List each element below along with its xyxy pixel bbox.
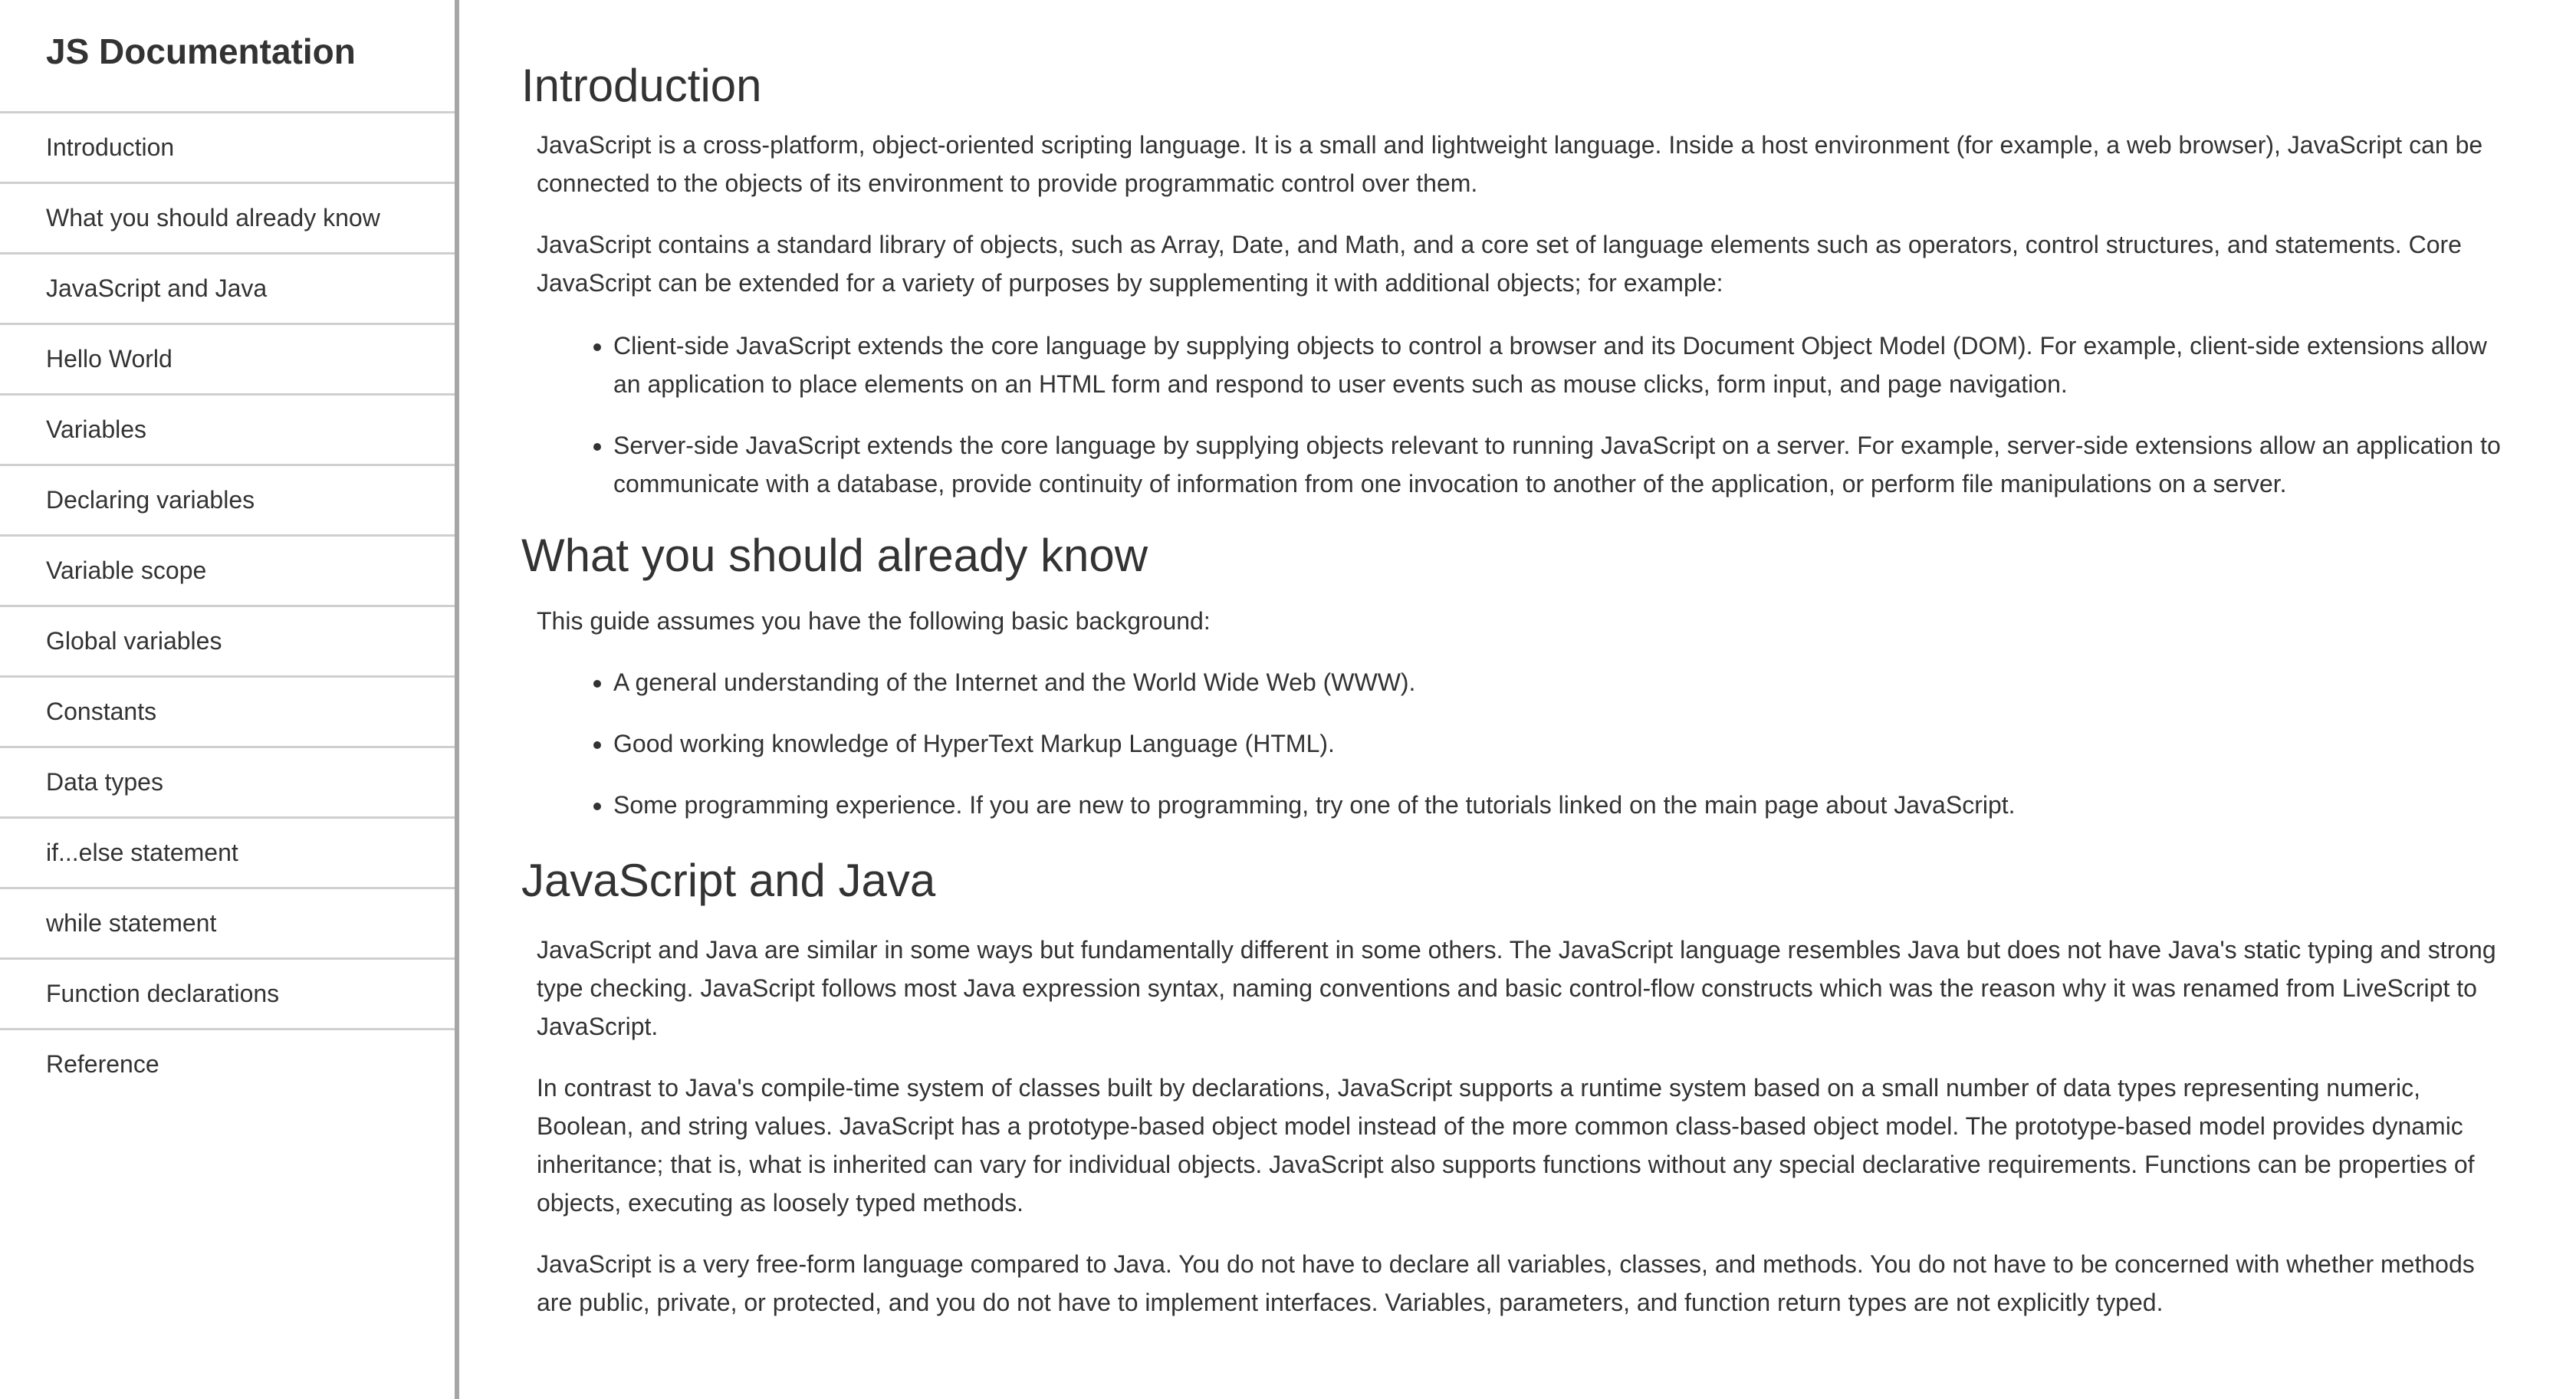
section-already-know: What you should already know This guide … — [521, 528, 2507, 824]
nav-link-constants[interactable]: Constants — [0, 678, 455, 748]
nav-link-if-else-statement[interactable]: if...else statement — [0, 819, 455, 889]
already-know-bullet-internet: A general understanding of the Internet … — [613, 663, 2507, 701]
section-title-introduction: Introduction — [521, 60, 762, 111]
section-body-js-and-java: JavaScript and Java are similar in some … — [521, 908, 2507, 1322]
section-body-already-know: This guide assumes you have the followin… — [521, 583, 2507, 824]
nav-list: Introduction What you should already kno… — [0, 113, 455, 1101]
intro-paragraph-2: JavaScript contains a standard library o… — [537, 231, 2462, 297]
nav-link-function-declarations[interactable]: Function declarations — [0, 960, 455, 1030]
section-title-js-and-java: JavaScript and Java — [521, 855, 936, 906]
nav-link-while-statement[interactable]: while statement — [0, 889, 455, 960]
section-body-introduction: JavaScript is a cross-platform, object-o… — [521, 113, 2507, 503]
intro-bullet-list: Client-side JavaScript extends the core … — [537, 327, 2507, 503]
js-java-paragraph-3: JavaScript is a very free-form language … — [537, 1250, 2475, 1316]
section-title-already-know: What you should already know — [521, 530, 1148, 581]
nav-link-javascript-and-java[interactable]: JavaScript and Java — [0, 255, 455, 325]
nav-link-reference[interactable]: Reference — [0, 1030, 455, 1101]
nav-link-what-you-should-already-know[interactable]: What you should already know — [0, 184, 455, 255]
nav-link-variable-scope[interactable]: Variable scope — [0, 537, 455, 607]
intro-bullet-client-side: Client-side JavaScript extends the core … — [613, 327, 2507, 403]
sidebar-nav: JS Documentation Introduction What you s… — [0, 0, 459, 1399]
main-doc: Introduction JavaScript is a cross-platf… — [521, 0, 2507, 1399]
js-java-paragraph-2: In contrast to Java's compile-time syste… — [537, 1074, 2475, 1217]
already-know-bullet-list: A general understanding of the Internet … — [537, 663, 2507, 824]
nav-link-data-types[interactable]: Data types — [0, 748, 455, 819]
intro-paragraph-1: JavaScript is a cross-platform, object-o… — [537, 131, 2483, 197]
js-java-paragraph-1: JavaScript and Java are similar in some … — [537, 936, 2496, 1040]
section-js-and-java: JavaScript and Java JavaScript and Java … — [521, 853, 2507, 1322]
section-introduction: Introduction JavaScript is a cross-platf… — [521, 0, 2507, 503]
already-know-paragraph: This guide assumes you have the followin… — [537, 607, 1211, 635]
already-know-bullet-html: Good working knowledge of HyperText Mark… — [613, 724, 2507, 763]
nav-title: JS Documentation — [0, 0, 455, 113]
nav-link-variables[interactable]: Variables — [0, 396, 455, 466]
nav-link-hello-world[interactable]: Hello World — [0, 325, 455, 396]
nav-link-declaring-variables[interactable]: Declaring variables — [0, 466, 455, 537]
already-know-bullet-programming: Some programming experience. If you are … — [613, 786, 2507, 824]
intro-bullet-server-side: Server-side JavaScript extends the core … — [613, 426, 2507, 503]
nav-link-introduction[interactable]: Introduction — [0, 113, 455, 184]
nav-link-global-variables[interactable]: Global variables — [0, 607, 455, 678]
